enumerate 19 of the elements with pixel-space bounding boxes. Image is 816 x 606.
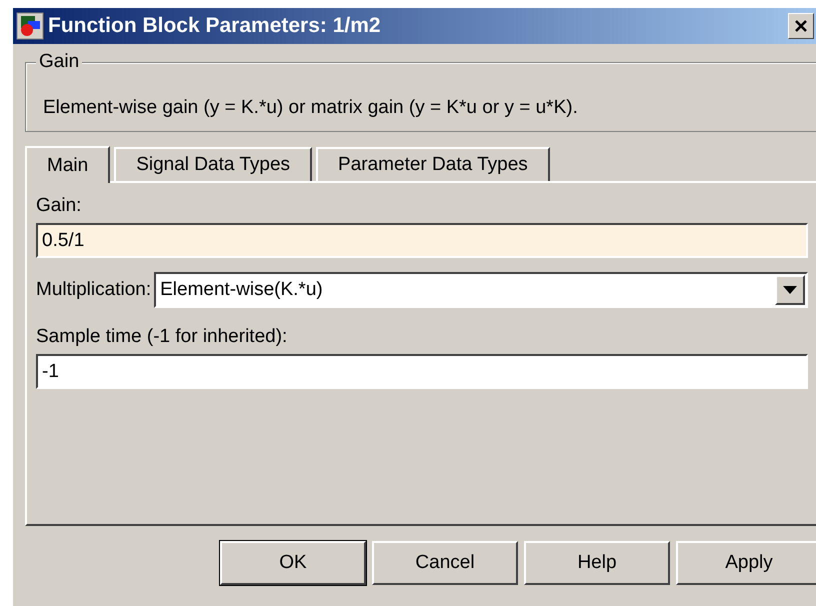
field-label: Sample time (-1 for inherited):: [36, 325, 288, 349]
close-icon: [794, 19, 808, 33]
app-icon: [16, 12, 44, 40]
caret-icon: [783, 286, 797, 294]
close-button[interactable]: [788, 13, 814, 39]
tab[interactable]: Main: [25, 146, 110, 183]
field-label: Gain:: [36, 194, 82, 218]
input-field[interactable]: -1: [36, 354, 808, 389]
window-title: Function Block Parameters: 1/m2: [48, 14, 382, 38]
field-label: Multiplication:: [36, 278, 152, 302]
dialog-button[interactable]: OK: [220, 541, 366, 585]
dialog-button[interactable]: Apply: [676, 541, 816, 585]
description: Element-wise gain (y = K.*u) or matrix gain (y = K*u or y = u*K).: [43, 97, 578, 119]
dialog-button[interactable]: Cancel: [372, 541, 518, 585]
input-field[interactable]: 0.5/1: [36, 223, 808, 258]
dropdown[interactable]: Element-wise(K.*u): [154, 272, 808, 308]
tab[interactable]: Signal Data Types: [114, 147, 312, 181]
dialog-button[interactable]: Help: [524, 541, 670, 585]
tab[interactable]: Parameter Data Types: [316, 147, 550, 181]
